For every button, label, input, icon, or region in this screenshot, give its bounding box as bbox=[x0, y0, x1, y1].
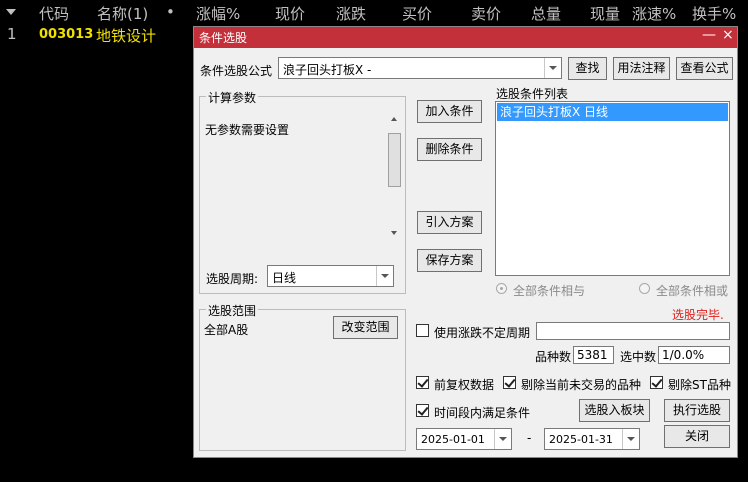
chevron-down-icon[interactable] bbox=[376, 266, 393, 286]
scroll-down-icon[interactable] bbox=[391, 231, 397, 235]
col-price[interactable]: 现价 bbox=[275, 3, 305, 24]
selected-value: 1/0.0% bbox=[658, 346, 730, 364]
col-name[interactable]: 名称(1) bbox=[97, 3, 148, 24]
chevron-down-icon[interactable] bbox=[494, 429, 511, 449]
pre-adjust-checkbox[interactable] bbox=[416, 376, 429, 389]
exclude-untraded-checkbox[interactable] bbox=[503, 376, 516, 389]
date-to-picker[interactable]: 2025-01-31 bbox=[544, 428, 640, 450]
selected-label: 选中数 bbox=[620, 350, 657, 364]
close-button[interactable]: 关闭 bbox=[664, 425, 730, 448]
range-group: 选股范围 全部A股 改变范围 bbox=[199, 302, 406, 451]
col-change[interactable]: 涨跌 bbox=[336, 3, 366, 24]
radio-or[interactable] bbox=[639, 283, 650, 294]
condition-list[interactable]: 浪子回头打板X 日线 bbox=[495, 101, 730, 276]
usage-button[interactable]: 用法注释 bbox=[613, 57, 670, 80]
radio-and-label: 全部条件相与 bbox=[513, 284, 586, 298]
radio-and[interactable] bbox=[496, 283, 507, 294]
row-code: 003013 bbox=[39, 27, 94, 42]
dialog-titlebar[interactable]: 条件选股 — × bbox=[194, 27, 737, 48]
close-icon[interactable]: × bbox=[722, 27, 734, 43]
date-from-picker[interactable]: 2025-01-01 bbox=[416, 428, 512, 450]
formula-value: 浪子回头打板X - bbox=[283, 63, 372, 77]
view-formula-button[interactable]: 查看公式 bbox=[676, 57, 733, 80]
period-select[interactable]: 日线 bbox=[267, 265, 394, 287]
minimize-icon[interactable]: — bbox=[702, 27, 716, 43]
range-value: 全部A股 bbox=[204, 323, 249, 337]
date-separator: - bbox=[527, 431, 532, 445]
exclude-st-label: 剔除ST品种 bbox=[668, 378, 731, 392]
col-volume[interactable]: 总量 bbox=[531, 3, 561, 24]
condition-select-dialog: 条件选股 — × 条件选股公式 浪子回头打板X - 查找 用法注释 查看公式 计… bbox=[193, 26, 738, 458]
dropdown-caret-icon[interactable] bbox=[6, 9, 16, 15]
col-change-pct[interactable]: 涨幅% bbox=[196, 3, 240, 24]
variable-period-label: 使用涨跌不定周期 bbox=[434, 326, 531, 340]
import-plan-button[interactable]: 引入方案 bbox=[417, 211, 482, 234]
date-to-value: 2025-01-31 bbox=[549, 433, 613, 446]
change-range-button[interactable]: 改变范围 bbox=[333, 316, 398, 339]
row-index: 1 bbox=[7, 25, 17, 43]
params-scrollbar[interactable] bbox=[388, 113, 401, 239]
save-plan-button[interactable]: 保存方案 bbox=[417, 249, 482, 272]
col-speed[interactable]: 涨速% bbox=[632, 3, 676, 24]
pre-adjust-label: 前复权数据 bbox=[434, 378, 495, 392]
col-ask[interactable]: 卖价 bbox=[471, 3, 501, 24]
col-code[interactable]: 代码 bbox=[39, 3, 69, 24]
col-last-volume[interactable]: 现量 bbox=[590, 3, 620, 24]
formula-label: 条件选股公式 bbox=[200, 64, 273, 78]
col-dot[interactable]: • bbox=[166, 3, 175, 21]
count-value: 5381 bbox=[573, 346, 614, 364]
list-item[interactable]: 浪子回头打板X 日线 bbox=[497, 103, 728, 121]
scroll-thumb[interactable] bbox=[388, 133, 401, 187]
params-text: 无参数需要设置 bbox=[205, 123, 290, 137]
formula-select[interactable]: 浪子回头打板X - bbox=[278, 57, 562, 79]
chevron-down-icon[interactable] bbox=[622, 429, 639, 449]
scroll-up-icon[interactable] bbox=[391, 117, 397, 121]
period-value: 日线 bbox=[272, 271, 297, 285]
radio-or-label: 全部条件相或 bbox=[656, 284, 729, 298]
date-from-value: 2025-01-01 bbox=[421, 433, 485, 446]
row-name: 地铁设计 bbox=[96, 27, 157, 45]
params-group-title: 计算参数 bbox=[206, 89, 259, 106]
to-block-button[interactable]: 选股入板块 bbox=[579, 399, 650, 422]
status-text: 选股完毕. bbox=[672, 308, 724, 322]
add-condition-button[interactable]: 加入条件 bbox=[417, 100, 482, 123]
variable-period-checkbox[interactable] bbox=[416, 324, 429, 337]
range-group-title: 选股范围 bbox=[206, 302, 259, 319]
find-button[interactable]: 查找 bbox=[568, 57, 607, 80]
params-group: 计算参数 无参数需要设置 选股周期: 日线 bbox=[199, 89, 406, 294]
delete-condition-button[interactable]: 删除条件 bbox=[417, 138, 482, 161]
time-range-checkbox[interactable] bbox=[416, 404, 429, 417]
col-turnover[interactable]: 换手% bbox=[692, 3, 736, 24]
variable-period-input[interactable] bbox=[536, 322, 730, 340]
col-bid[interactable]: 买价 bbox=[402, 3, 432, 24]
exclude-st-checkbox[interactable] bbox=[650, 376, 663, 389]
dialog-title: 条件选股 bbox=[199, 31, 248, 45]
time-range-label: 时间段内满足条件 bbox=[434, 406, 531, 420]
period-label: 选股周期: bbox=[206, 272, 259, 286]
condition-list-label: 选股条件列表 bbox=[496, 87, 569, 101]
count-label: 品种数 bbox=[535, 350, 572, 364]
chevron-down-icon[interactable] bbox=[544, 58, 561, 78]
exclude-untraded-label: 剔除当前未交易的品种 bbox=[521, 378, 642, 392]
stock-list-header: 代码 名称(1) • 涨幅% 现价 涨跌 买价 卖价 总量 现量 涨速% 换手% bbox=[0, 0, 748, 24]
execute-button[interactable]: 执行选股 bbox=[664, 399, 730, 422]
